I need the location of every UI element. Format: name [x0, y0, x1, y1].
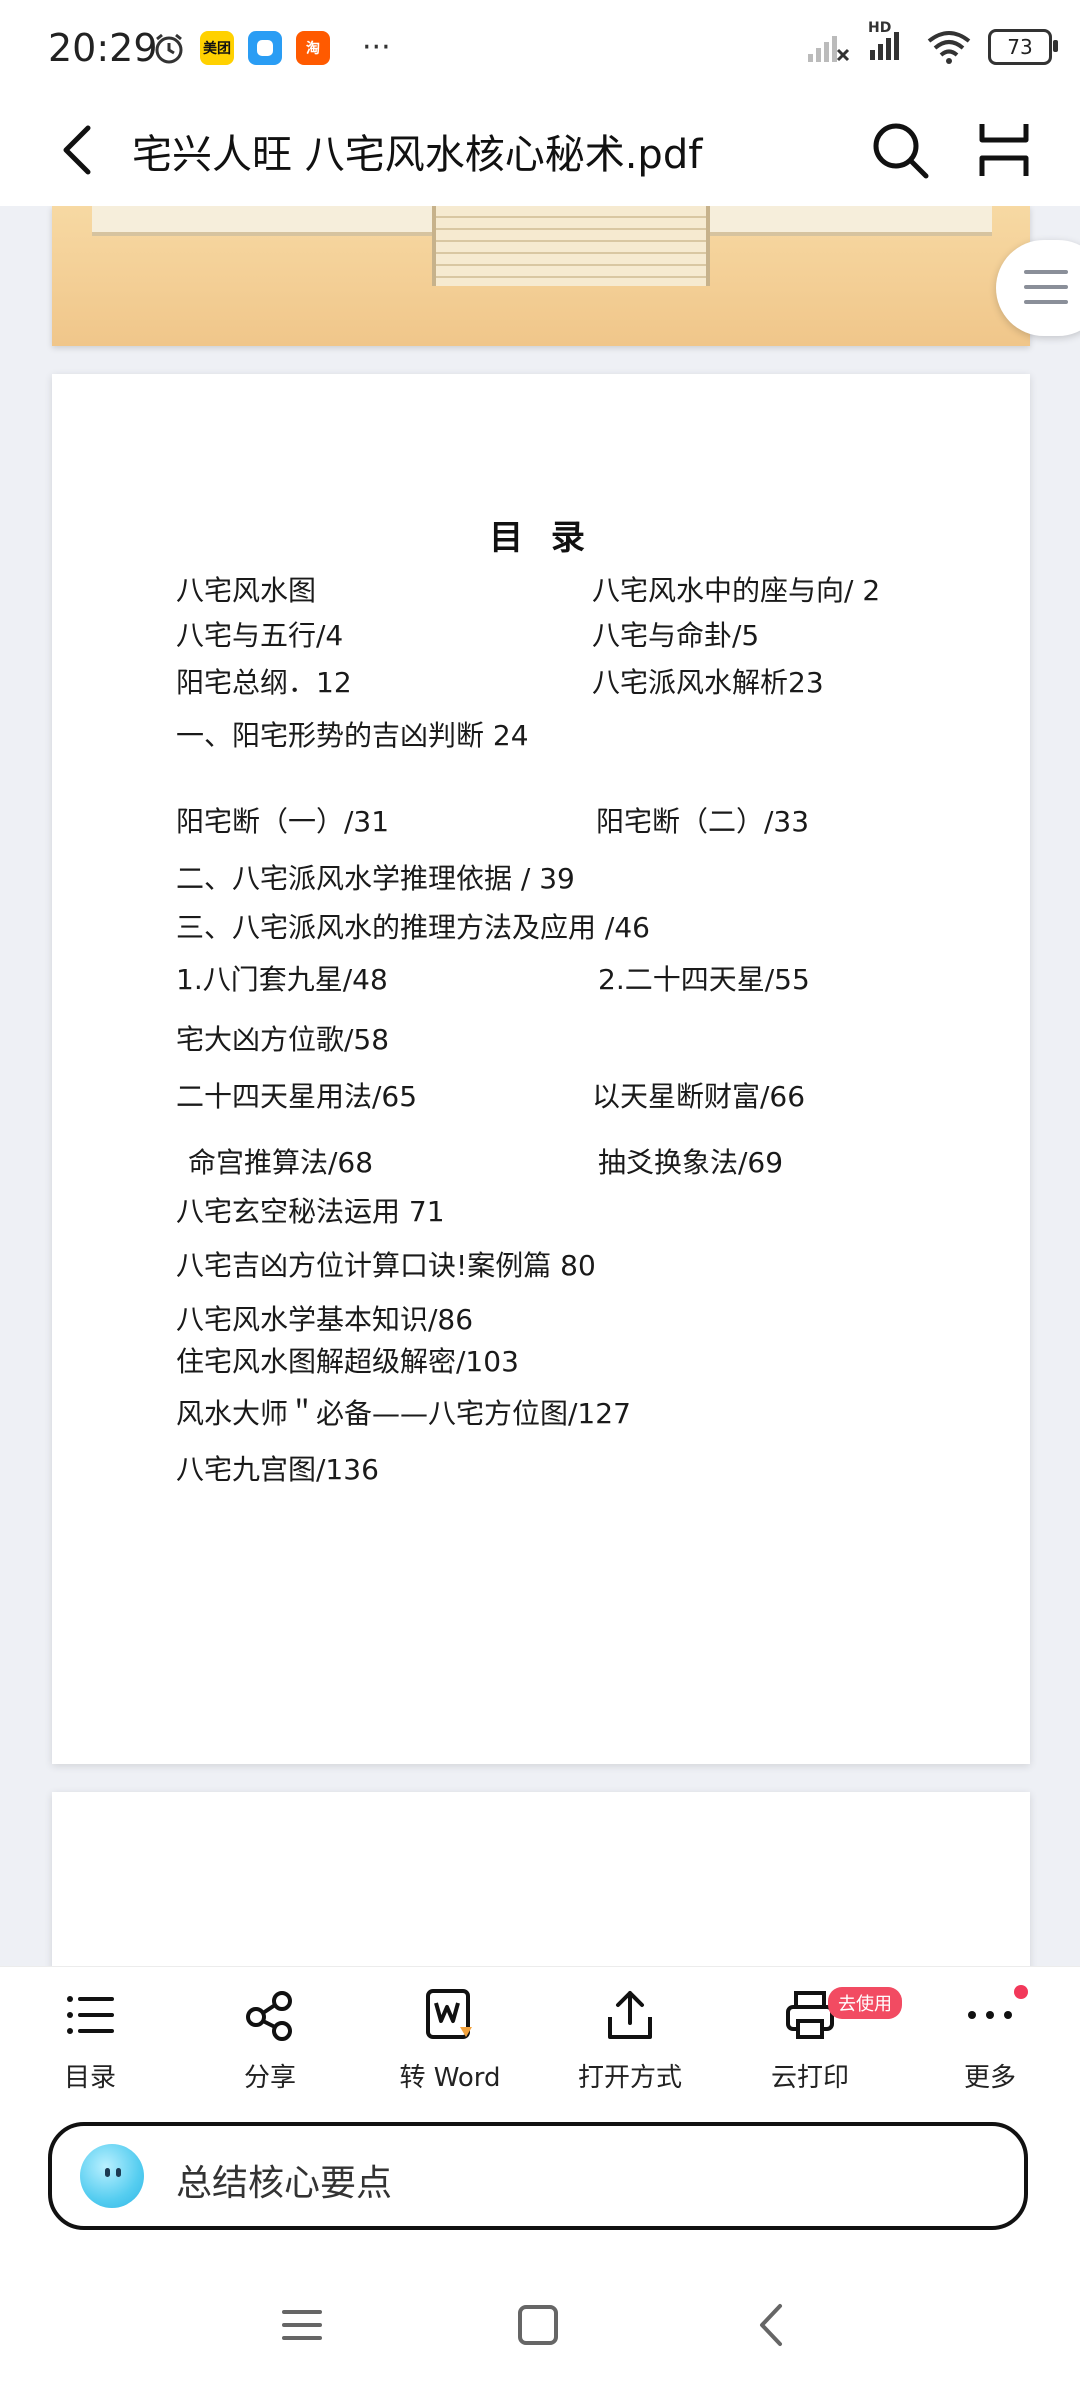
- battery-level: 73: [1007, 35, 1033, 59]
- summary-prompt-text: 总结核心要点: [176, 2163, 393, 2204]
- alarm-icon: [155, 33, 183, 63]
- toc-entry: 阳宅总纲．12: [176, 666, 352, 699]
- list-icon: [67, 1996, 114, 2034]
- signal-icon-1: [808, 36, 850, 62]
- system-nav-bar: [0, 2236, 1080, 2400]
- hd-label: HD: [868, 20, 892, 36]
- share-button-label: 分享: [243, 2063, 296, 2093]
- home-icon[interactable]: [508, 2300, 568, 2350]
- cloud-print-button[interactable]: 去使用 云打印: [720, 1985, 902, 2105]
- share-icon: [246, 1991, 292, 2041]
- toc-entry: 抽爻换象法/69: [598, 1146, 784, 1179]
- summary-area: 总结核心要点: [0, 2116, 1080, 2236]
- cloud-print-label: 云打印: [770, 2063, 849, 2093]
- app-bar: 宅兴人旺 八宅风水核心秘术.pdf: [0, 96, 1080, 206]
- back-nav-icon[interactable]: [744, 2300, 804, 2350]
- toc-entry: 八宅与五行/4: [176, 619, 344, 652]
- stairs-illustration: [432, 206, 710, 286]
- toc-entry: 八宅吉凶方位计算口诀!案例篇 80: [176, 1249, 596, 1282]
- avatar-eye: [116, 2168, 121, 2177]
- menu-lines-icon: [1024, 270, 1068, 315]
- more-button[interactable]: 更多: [900, 1985, 1080, 2105]
- toc-entry: 八宅九宫图/136: [176, 1453, 379, 1486]
- toc-entry: 八宅风水图: [176, 574, 317, 607]
- toc-page: 目 录 八宅风水图 八宅风水中的座与向/ 2 八宅与五行/4 八宅与命卦/5 阳…: [52, 374, 1030, 1764]
- toc-entry: 八宅与命卦/5: [592, 619, 760, 652]
- toc-entry: 八宅风水中的座与向/ 2: [592, 574, 881, 607]
- share-button[interactable]: 分享: [180, 1985, 360, 2105]
- toc-entry: 八宅风水学基本知识/86: [176, 1303, 474, 1336]
- summary-prompt-box[interactable]: 总结核心要点: [48, 2122, 1028, 2230]
- word-convert-icon: [426, 1989, 472, 2039]
- toc-entry: 命宫推算法/68: [188, 1146, 374, 1179]
- toc-entry: 宅大凶方位歌/58: [176, 1023, 390, 1056]
- use-now-badge: 去使用: [828, 1987, 902, 2019]
- toc-entry: 一、阳宅形势的吉凶判断 24: [176, 719, 529, 752]
- next-page: [52, 1792, 1030, 1966]
- toc-entry: 二、八宅派风水学推理依据 / 39: [176, 862, 575, 895]
- open-with-button[interactable]: 打开方式: [540, 1985, 720, 2105]
- toc-entry: 以天星断财富/66: [592, 1080, 806, 1113]
- status-time: 20:29: [48, 26, 158, 70]
- toc-button[interactable]: 目录: [0, 1985, 180, 2105]
- more-button-label: 更多: [963, 2063, 1016, 2093]
- fullscreen-icon[interactable]: [972, 118, 1036, 182]
- status-notification-icons: 美团 淘 ···: [152, 30, 391, 65]
- toc-entry: 三、八宅派风水的推理方法及应用 /46: [176, 911, 650, 944]
- convert-word-label: 转 Word: [399, 2063, 501, 2093]
- signal-icon-2: HD: [866, 20, 910, 66]
- back-arrow-icon[interactable]: [50, 120, 110, 180]
- chat-app-icon: [248, 30, 282, 65]
- toc-entry: 阳宅断（一）/31: [176, 805, 390, 838]
- toc-entry: 住宅风水图解超级解密/103: [176, 1345, 519, 1378]
- notification-dot: [1014, 1985, 1028, 1999]
- toc-entry: 阳宅断（二）/33: [596, 805, 810, 838]
- avatar-eye: [105, 2168, 110, 2177]
- toc-entry: 八宅玄空秘法运用 71: [176, 1195, 445, 1228]
- status-bar: 20:29 美团 淘 ··· HD 73: [0, 0, 1080, 96]
- more-notifications-icon: ···: [362, 30, 391, 65]
- toc-entry: 八宅派风水解析23: [592, 666, 824, 699]
- more-dots-icon: [968, 2011, 1012, 2019]
- open-with-label: 打开方式: [577, 2063, 682, 2093]
- status-system-icons: HD 73: [806, 20, 1058, 66]
- toc-entry: 2.二十四天星/55: [598, 963, 810, 996]
- document-viewer[interactable]: 目 录 八宅风水图 八宅风水中的座与向/ 2 八宅与五行/4 八宅与命卦/5 阳…: [0, 206, 1080, 1966]
- search-icon[interactable]: [868, 118, 932, 182]
- meituan-app-icon: 美团: [200, 30, 234, 65]
- battery-indicator: 73: [988, 29, 1058, 65]
- convert-word-button[interactable]: 转 Word: [360, 1985, 540, 2105]
- bottom-toolbar: 目录 分享 转 Word 打开方式 去使用 云打印 更多: [0, 1966, 1080, 2117]
- toc-button-label: 目录: [63, 2063, 116, 2093]
- ai-assistant-avatar-icon: [80, 2144, 144, 2208]
- toc-entry: 1.八门套九星/48: [176, 963, 388, 996]
- upload-icon: [608, 1991, 652, 2039]
- toc-heading: 目 录: [489, 518, 593, 558]
- taobao-app-icon: 淘: [296, 30, 330, 65]
- wifi-icon: [927, 31, 971, 64]
- document-title: 宅兴人旺 八宅风水核心秘术.pdf: [132, 132, 703, 178]
- previous-page-image: [52, 206, 1030, 346]
- recent-apps-icon[interactable]: [272, 2300, 332, 2350]
- toc-entry: 二十四天星用法/65: [176, 1080, 418, 1113]
- toc-entry: 风水大师＂必备——八宅方位图/127: [176, 1397, 631, 1430]
